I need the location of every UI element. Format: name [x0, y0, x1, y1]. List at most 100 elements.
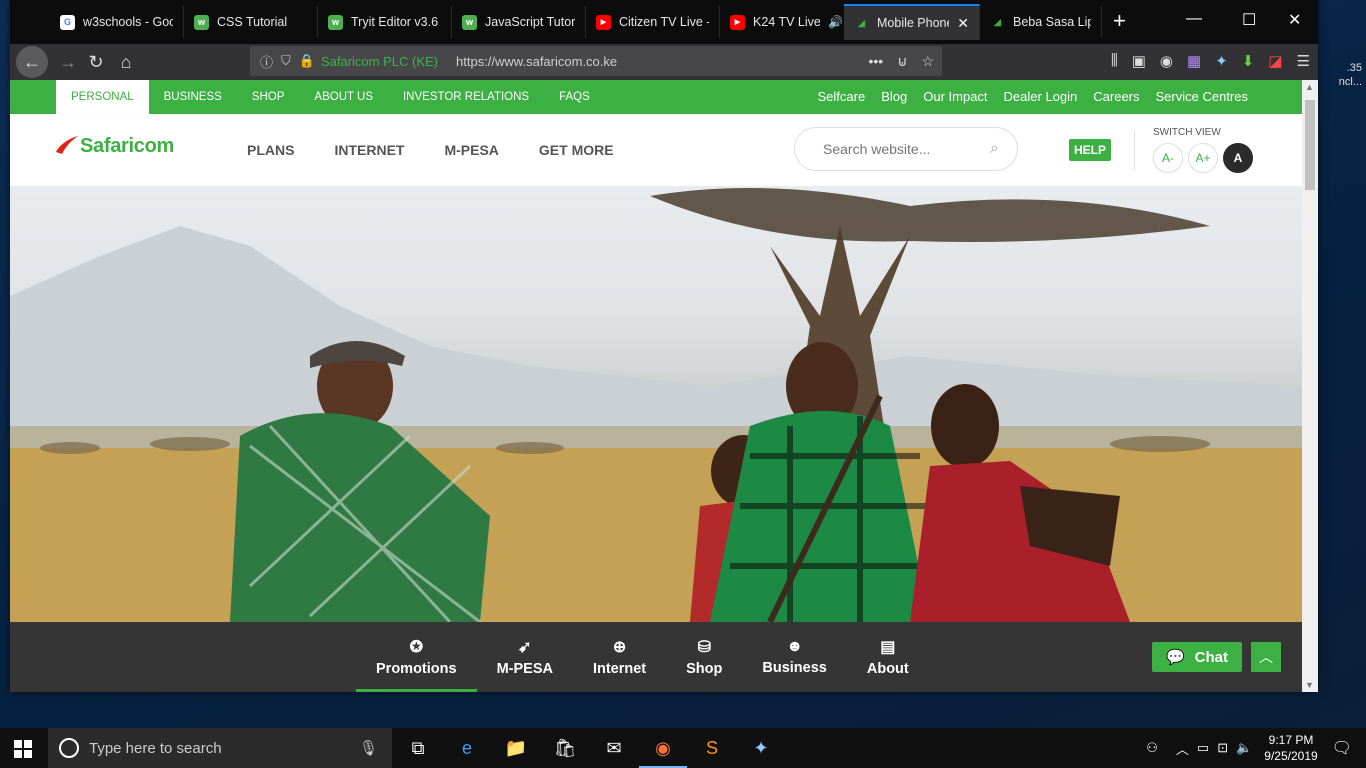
- pocket-icon[interactable]: ⊍: [897, 53, 907, 70]
- reload-icon[interactable]: ↻: [82, 48, 110, 76]
- taskbar-clock[interactable]: 9:17 PM 9/25/2019: [1264, 732, 1317, 764]
- tab-k24-tv[interactable]: ▶ K24 TV Live - 🔊: [720, 6, 854, 38]
- account-icon[interactable]: ◉: [1160, 52, 1173, 70]
- main-navigation: Safaricom PLANS INTERNET M-PESA GET MORE…: [10, 114, 1302, 186]
- topnav-investor-relations[interactable]: INVESTOR RELATIONS: [388, 80, 544, 114]
- close-window-icon[interactable]: ✕: [1288, 10, 1301, 30]
- youtube-icon: ▶: [596, 14, 611, 30]
- new-tab-icon[interactable]: +: [1113, 8, 1126, 34]
- menu-mpesa[interactable]: M-PESA: [444, 142, 498, 158]
- scroll-to-top-icon[interactable]: ︿: [1251, 642, 1281, 672]
- increase-font-button[interactable]: A+: [1188, 143, 1218, 173]
- menu-get-more[interactable]: GET MORE: [539, 142, 614, 158]
- people-icon[interactable]: ⚇: [1146, 740, 1158, 756]
- menu-internet[interactable]: INTERNET: [334, 142, 404, 158]
- download-icon[interactable]: ⬇: [1242, 52, 1255, 70]
- topnav-faqs[interactable]: FAQS: [544, 80, 605, 114]
- topnav-our-impact[interactable]: Our Impact: [923, 80, 987, 114]
- topnav-selfcare[interactable]: Selfcare: [818, 80, 866, 114]
- file-explorer-icon[interactable]: 📁: [502, 734, 530, 762]
- chevron-up-icon[interactable]: ︿: [1176, 739, 1189, 758]
- chat-button[interactable]: 💬 Chat: [1152, 642, 1242, 672]
- web-page: PERSONAL BUSINESS SHOP ABOUT US INVESTOR…: [10, 80, 1302, 692]
- topnav-personal[interactable]: PERSONAL: [56, 80, 149, 114]
- tab-tryit-editor[interactable]: w Tryit Editor v3.6: [318, 6, 452, 38]
- volume-icon[interactable]: 🔈: [1236, 740, 1252, 756]
- bottom-nav-internet[interactable]: ⊕ Internet: [573, 622, 666, 692]
- windows-start-icon[interactable]: [14, 740, 32, 758]
- mpesa-icon: ➹: [518, 639, 532, 656]
- help-button[interactable]: HELP: [1069, 139, 1112, 161]
- sublime-text-icon[interactable]: S: [698, 734, 726, 762]
- bottom-nav-shop[interactable]: ⛁ Shop: [666, 622, 742, 692]
- topnav-dealer-login[interactable]: Dealer Login: [1004, 80, 1078, 114]
- decrease-font-button[interactable]: A-: [1153, 143, 1183, 173]
- menu-plans[interactable]: PLANS: [247, 142, 294, 158]
- microphone-icon[interactable]: 🎙: [359, 739, 378, 757]
- notification-icon[interactable]: 🗨: [1332, 738, 1352, 758]
- browser-window: G w3schools - Goo w CSS Tutorial w Tryit…: [10, 0, 1318, 692]
- forward-arrow-icon[interactable]: →: [54, 48, 82, 76]
- address-bar[interactable]: ⓘ ⛉ 🔒 Safaricom PLC (KE) https://www.saf…: [250, 46, 942, 76]
- url-text[interactable]: https://www.safaricom.co.ke: [456, 54, 617, 69]
- back-arrow-icon[interactable]: ←: [16, 46, 48, 78]
- task-view-icon[interactable]: ⧉: [404, 734, 432, 762]
- tab-javascript-tutorial[interactable]: w JavaScript Tutori: [452, 6, 586, 38]
- search-input[interactable]: [823, 141, 973, 157]
- maximize-icon[interactable]: ☐: [1242, 10, 1256, 30]
- network-icon[interactable]: ⊡: [1217, 740, 1228, 756]
- scrollbar-thumb[interactable]: [1305, 100, 1315, 190]
- bottom-navigation: ✪ Promotions ➹ M-PESA ⊕ Internet ⛁ Shop …: [10, 622, 1302, 692]
- bottom-nav-mpesa[interactable]: ➹ M-PESA: [477, 622, 573, 692]
- library-icon[interactable]: ⫼: [1111, 52, 1118, 70]
- topnav-service-centres[interactable]: Service Centres: [1156, 80, 1248, 114]
- tab-w3schools-google[interactable]: G w3schools - Goo: [50, 6, 184, 38]
- topnav-blog[interactable]: Blog: [881, 80, 907, 114]
- battery-icon[interactable]: ▭: [1197, 740, 1209, 756]
- page-scrollbar[interactable]: ▲ ▼: [1302, 80, 1318, 692]
- safaricom-swoosh-icon: [56, 136, 78, 154]
- edge-browser-icon[interactable]: e: [453, 734, 481, 762]
- bottom-nav-about[interactable]: ▤ About: [847, 622, 929, 692]
- search-icon[interactable]: ⌕: [990, 140, 999, 158]
- hero-illustration: [10, 188, 1302, 622]
- bottom-nav-promotions[interactable]: ✪ Promotions: [356, 622, 477, 692]
- minimize-icon[interactable]: —: [1186, 10, 1202, 28]
- scroll-down-icon[interactable]: ▼: [1305, 680, 1314, 690]
- bottom-nav-label: Shop: [686, 661, 723, 677]
- vpn-app-icon[interactable]: ✦: [747, 734, 775, 762]
- topnav-careers[interactable]: Careers: [1093, 80, 1139, 114]
- shield-icon[interactable]: ⛉: [281, 53, 291, 69]
- info-icon[interactable]: ⓘ: [260, 52, 273, 71]
- mail-icon[interactable]: ✉: [600, 734, 628, 762]
- site-search: ⌕: [794, 127, 1018, 171]
- sidebar-icon[interactable]: ▣: [1132, 52, 1146, 70]
- high-contrast-button[interactable]: A: [1223, 143, 1253, 173]
- tab-citizen-tv[interactable]: ▶ Citizen TV Live -: [586, 6, 720, 38]
- bottom-nav-label: Promotions: [376, 661, 457, 677]
- scroll-up-icon[interactable]: ▲: [1305, 82, 1314, 92]
- topnav-business[interactable]: BUSINESS: [149, 80, 237, 114]
- taskbar-search[interactable]: Type here to search 🎙: [48, 728, 392, 768]
- bottom-nav-business[interactable]: ☻ Business: [742, 622, 846, 692]
- safaricom-logo[interactable]: Safaricom: [54, 132, 174, 160]
- extension-icon[interactable]: ▦: [1187, 52, 1201, 70]
- tab-css-tutorial[interactable]: w CSS Tutorial: [184, 6, 318, 38]
- topnav-about-us[interactable]: ABOUT US: [299, 80, 388, 114]
- home-icon[interactable]: ⌂: [112, 48, 140, 76]
- tab-beba-sasa[interactable]: ◢ Beba Sasa Lipa Po: [980, 6, 1102, 38]
- w3schools-icon: w: [462, 14, 477, 30]
- vpn-icon[interactable]: ✦: [1215, 52, 1228, 70]
- addon-icon[interactable]: ◪: [1268, 52, 1282, 70]
- topnav-shop[interactable]: SHOP: [237, 80, 300, 114]
- hero-image: [10, 186, 1302, 622]
- firefox-icon[interactable]: ◉: [639, 734, 687, 768]
- chat-label: Chat: [1194, 648, 1229, 666]
- menu-icon[interactable]: ☰: [1297, 52, 1310, 70]
- store-icon[interactable]: 🛍: [551, 734, 579, 762]
- speaker-icon[interactable]: 🔊: [828, 15, 843, 29]
- tab-mobile-phone-active[interactable]: ◢ Mobile Phone ✕: [844, 4, 980, 40]
- bookmark-star-icon[interactable]: ☆: [921, 53, 934, 70]
- close-tab-icon[interactable]: ✕: [957, 15, 969, 32]
- page-actions-icon[interactable]: •••: [868, 53, 883, 70]
